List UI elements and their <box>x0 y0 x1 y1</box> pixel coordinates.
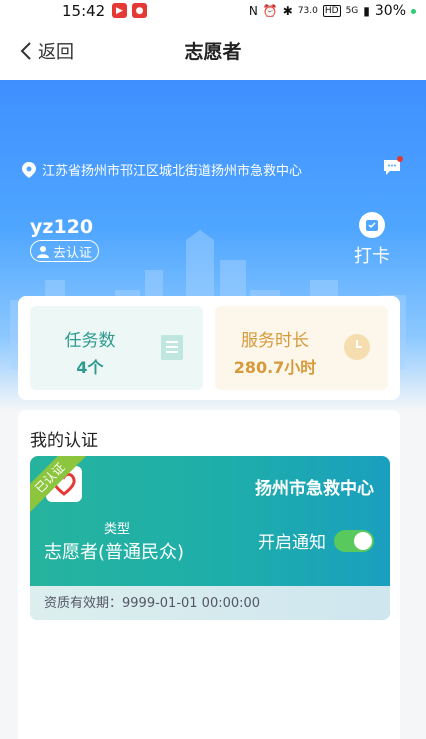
notify-toggle[interactable] <box>334 529 374 552</box>
org-name: 扬州市急救中心 <box>255 479 374 499</box>
alarm-icon: ⏰ <box>262 4 278 18</box>
stats-card: 任务数 4个 服务时长 280.7小时 <box>18 296 400 400</box>
verify-label: 去认证 <box>53 245 93 261</box>
type-value: 志愿者(普通民众) <box>44 542 185 563</box>
hours-label: 服务时长 <box>241 331 309 351</box>
tasks-value: 4个 <box>76 358 104 377</box>
signal-icon: ▮ <box>363 4 370 18</box>
certification-section: 我的认证 已认证 扬州市急救中心 类型 志愿者(普通民众) 开启通知 资质有效期… <box>18 410 400 739</box>
location[interactable]: 江苏省扬州市邗江区城北街道扬州市急救中心 <box>22 160 302 179</box>
task-list-icon <box>161 335 183 360</box>
network-type: 5G <box>345 6 359 16</box>
app-notification-icon: ▶ <box>112 3 127 18</box>
checkin-label: 打卡 <box>354 246 390 267</box>
tasks-stat[interactable]: 任务数 4个 <box>30 306 203 390</box>
location-text: 江苏省扬州市邗江区城北街道扬州市急救中心 <box>42 164 303 179</box>
status-time: 15:42 <box>62 2 106 20</box>
calendar-check-icon <box>359 212 385 238</box>
battery-level: 30% <box>374 3 406 19</box>
nav-bar: 返回 志愿者 <box>0 22 426 80</box>
certification-card[interactable]: 已认证 扬州市急救中心 类型 志愿者(普通民众) 开启通知 资质有效期：9999… <box>30 456 390 620</box>
tasks-label: 任务数 <box>64 331 116 351</box>
system-icons: N ⏰ ✱ 73.0 HD 5G ▮ 30% <box>249 3 416 19</box>
notify-label: 开启通知 <box>258 533 326 553</box>
type-label: 类型 <box>104 522 131 537</box>
validity-text: 资质有效期：9999-01-01 00:00:00 <box>44 596 261 611</box>
page-title: 志愿者 <box>184 41 242 63</box>
user-verify-icon <box>37 245 49 258</box>
checkin-button[interactable]: 打卡 <box>352 212 392 268</box>
status-bar: 15:42 ▶ ● N ⏰ ✱ 73.0 HD 5G ▮ 30% <box>0 0 426 22</box>
service-hours-stat[interactable]: 服务时长 280.7小时 <box>215 306 388 390</box>
map-pin-icon <box>22 161 36 178</box>
hours-value: 280.7小时 <box>233 358 317 377</box>
app-notification-icon: ● <box>132 3 147 18</box>
toggle-knob <box>354 531 372 550</box>
hd-icon: HD <box>322 5 341 17</box>
section-title: 我的认证 <box>30 431 98 451</box>
charging-icon <box>411 8 416 14</box>
username: yz120 <box>30 216 94 238</box>
nfc-icon: N <box>248 4 258 18</box>
message-icon[interactable] <box>382 156 404 178</box>
bluetooth-icon: ✱ <box>282 4 293 18</box>
clock-icon <box>344 334 370 360</box>
net-speed: 73.0 <box>297 6 318 16</box>
card-footer: 资质有效期：9999-01-01 00:00:00 <box>30 586 390 620</box>
notify-setting: 开启通知 <box>258 528 374 553</box>
verify-button[interactable]: 去认证 <box>30 240 100 262</box>
